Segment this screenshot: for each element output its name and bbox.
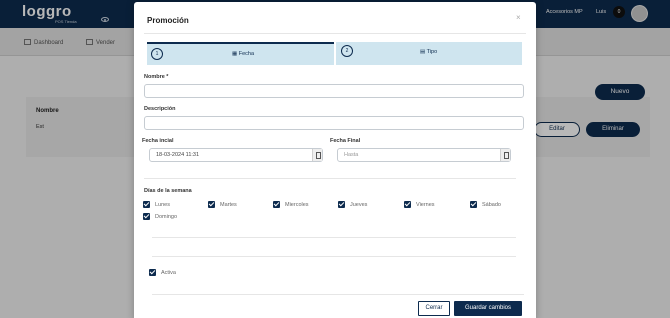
- step-number: 2: [341, 45, 353, 57]
- divider: [144, 178, 516, 179]
- header-divider: [144, 33, 526, 34]
- step-label-text: Tipo: [426, 49, 438, 55]
- check-icon[interactable]: [143, 201, 150, 208]
- checkbox-activa[interactable]: Activa: [149, 269, 176, 276]
- checkbox-label: Martes: [220, 201, 237, 208]
- divider: [152, 237, 516, 238]
- divider: [152, 256, 516, 257]
- check-icon[interactable]: [404, 201, 411, 208]
- fecha-final-placeholder: Hasta: [344, 152, 359, 158]
- fecha-inicial-label: Fecha incial: [142, 138, 174, 144]
- close-icon[interactable]: ×: [516, 13, 521, 22]
- checkbox-label: Sábado: [482, 201, 501, 208]
- dias-label: Días de la semana: [144, 188, 192, 194]
- promocion-modal: Promoción × 1 ▦ Fecha 2 ▤ Tipo Nombre * …: [134, 2, 536, 318]
- nombre-label: Nombre *: [144, 74, 169, 80]
- check-icon[interactable]: [143, 213, 150, 220]
- step-tab-fecha[interactable]: 1 ▦ Fecha: [147, 42, 334, 65]
- checkbox-domingo[interactable]: Domingo: [143, 213, 177, 220]
- modal-title: Promoción: [147, 16, 189, 25]
- checkbox-martes[interactable]: Martes: [208, 201, 237, 208]
- checkbox-label: Miercoles: [285, 201, 309, 208]
- step-number: 1: [151, 48, 163, 60]
- check-icon[interactable]: [470, 201, 477, 208]
- step-tab-tipo[interactable]: 2 ▤ Tipo: [336, 42, 522, 65]
- fecha-inicial-value: 18-03-2024 11:31: [156, 152, 200, 158]
- checkbox-lunes[interactable]: Lunes: [143, 201, 170, 208]
- checkbox-label: Lunes: [155, 201, 170, 208]
- fecha-final-field[interactable]: Hasta: [337, 148, 511, 162]
- checkbox-label: Activa: [161, 269, 176, 276]
- step-label: ▤ Tipo: [420, 49, 437, 55]
- calendar-picker-icon[interactable]: [500, 149, 510, 161]
- step-label-text: Fecha: [238, 51, 255, 57]
- fecha-final-label: Fecha Final: [330, 138, 361, 144]
- checkbox-jueves[interactable]: Jueves: [338, 201, 367, 208]
- check-icon[interactable]: [149, 269, 156, 276]
- calendar-icon: ▦: [232, 51, 238, 57]
- guardar-cambios-button[interactable]: Guardar cambios: [454, 301, 522, 316]
- descripcion-input[interactable]: [144, 116, 524, 130]
- checkbox-viernes[interactable]: Viernes: [404, 201, 435, 208]
- nombre-input[interactable]: [144, 84, 524, 98]
- calendar-picker-icon[interactable]: [312, 149, 322, 161]
- checkbox-label: Viernes: [416, 201, 435, 208]
- check-icon[interactable]: [273, 201, 280, 208]
- checkbox-label: Jueves: [350, 201, 368, 208]
- fecha-inicial-field[interactable]: 18-03-2024 11:31: [149, 148, 323, 162]
- check-icon[interactable]: [208, 201, 215, 208]
- divider: [152, 294, 524, 295]
- grid-icon: ▤: [420, 49, 426, 55]
- descripcion-label: Descripción: [144, 106, 176, 112]
- check-icon[interactable]: [338, 201, 345, 208]
- checkbox-sabado[interactable]: Sábado: [470, 201, 501, 208]
- step-label: ▦ Fecha: [232, 51, 254, 57]
- cerrar-button[interactable]: Cerrar: [418, 301, 450, 316]
- checkbox-miercoles[interactable]: Miercoles: [273, 201, 309, 208]
- checkbox-label: Domingo: [155, 213, 178, 220]
